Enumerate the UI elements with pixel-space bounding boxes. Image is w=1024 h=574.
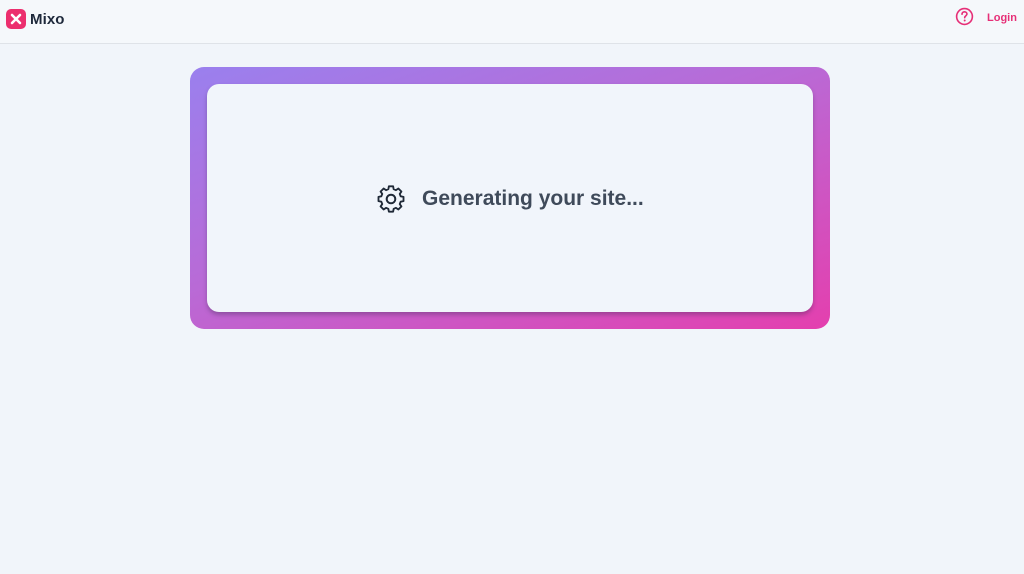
close-x-icon <box>6 9 26 29</box>
help-button[interactable] <box>954 7 974 31</box>
gear-icon <box>375 184 406 215</box>
status-row: Generating your site... <box>375 183 644 215</box>
generating-card: Generating your site... <box>207 84 813 312</box>
status-text: Generating your site... <box>422 187 644 210</box>
login-link[interactable]: Login <box>987 12 1017 24</box>
generating-frame: Generating your site... <box>190 67 830 329</box>
brand-name: Mixo <box>30 10 65 28</box>
question-circle-icon <box>955 7 974 31</box>
brand-home-link[interactable]: Mixo <box>6 9 65 29</box>
top-bar: Mixo Login <box>0 0 1024 44</box>
